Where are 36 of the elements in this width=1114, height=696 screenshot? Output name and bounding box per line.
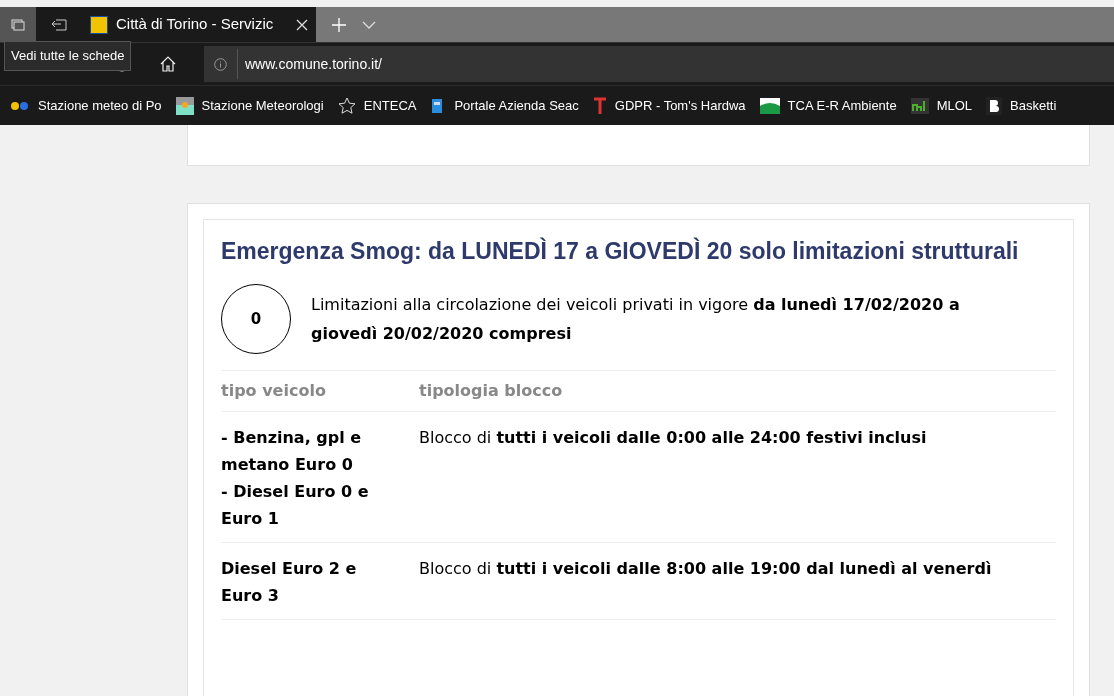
letter-b-icon xyxy=(986,96,1003,115)
tab-title: Città di Torino - Servizic xyxy=(116,14,275,35)
letter-t-icon xyxy=(592,95,607,116)
bookmark-link[interactable]: TCA E-R Ambiente xyxy=(787,95,897,116)
landscape-icon xyxy=(175,96,194,115)
bookmark-link[interactable]: ENTECA xyxy=(363,95,417,116)
bookmark-link[interactable]: Basketti xyxy=(1010,95,1057,116)
bookmark-link[interactable]: GDPR - Tom's Hardwa xyxy=(614,95,746,116)
tab-list-icon[interactable] xyxy=(0,7,36,42)
info-icon xyxy=(214,57,227,71)
column-header: tipologia blocco xyxy=(419,380,563,402)
close-icon[interactable] xyxy=(296,18,308,31)
dots-icon xyxy=(10,100,30,111)
intro-text: Limitazioni alla circolazione dei veicoli privati in vigore da lunedì 17/02/2020 a giovedì 20/02/2020 compresi xyxy=(311,294,961,345)
bookmark-link[interactable]: MLOL xyxy=(936,95,973,116)
block-type-text: Blocco di tutti i veicoli dalle 0:00 alle 24:00 festivi inclusi xyxy=(419,427,928,449)
browser-tab[interactable]: Città di Torino - Servizic xyxy=(82,7,316,42)
url-text: www.comune.torino.it/ xyxy=(245,54,382,74)
ml-logo-icon xyxy=(910,97,929,114)
chevron-down-icon[interactable] xyxy=(362,21,376,29)
vehicle-type-text: - Benzina, gpl e metano Euro 0 xyxy=(221,427,363,476)
tooltip: Vedi tutte le schede xyxy=(4,41,132,71)
bookmark-link[interactable]: Stazione Meteorologi xyxy=(201,95,324,116)
bookmark-link[interactable]: Portale Azienda Seac xyxy=(454,95,579,116)
flag-icon xyxy=(759,97,780,114)
star-icon xyxy=(337,96,356,115)
new-tab-icon[interactable] xyxy=(332,18,346,32)
column-header: tipo veicolo xyxy=(221,380,327,402)
address-bar[interactable]: www.comune.torino.it/ xyxy=(204,46,1114,82)
vehicle-type-text: Diesel Euro 2 e Euro 3 xyxy=(221,558,358,607)
vehicle-type-text: - Diesel Euro 0 e Euro 1 xyxy=(221,481,370,530)
bookmark-link[interactable]: Stazione meteo di Po xyxy=(38,95,162,116)
site-favicon xyxy=(90,15,108,34)
article-title: Emergenza Smog: da LUNEDÌ 17 a GIOVEDÌ 20 solo limitazioni strutturali xyxy=(221,236,1020,266)
home-icon[interactable] xyxy=(160,56,176,72)
block-type-text: Blocco di tutti i veicoli dalle 8:00 alle 19:00 dal lunedì al venerdì xyxy=(419,558,993,580)
